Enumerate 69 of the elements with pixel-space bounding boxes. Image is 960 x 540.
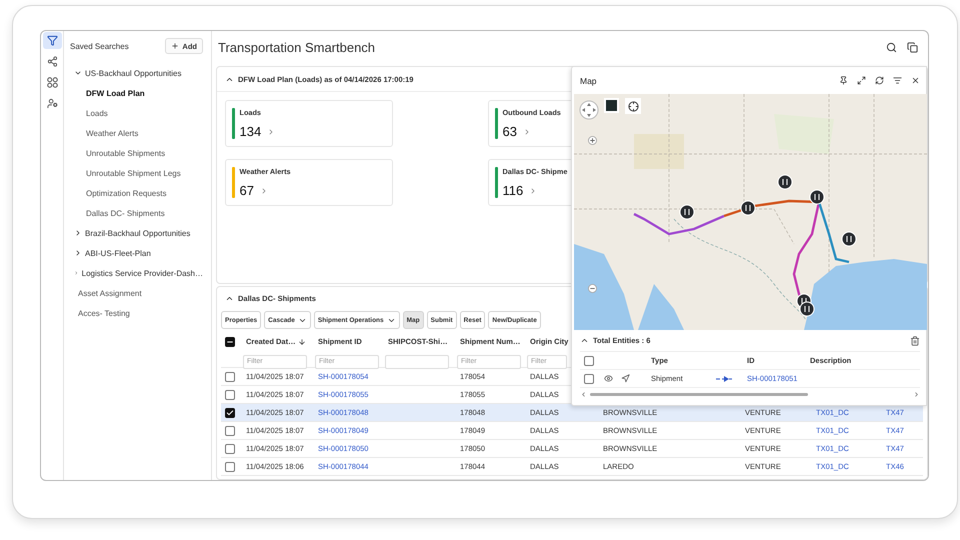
- select-all-checkbox[interactable]: [225, 336, 235, 346]
- select-all-checkbox[interactable]: [584, 356, 594, 366]
- trash-icon[interactable]: [910, 336, 920, 346]
- saved-search-item[interactable]: Unroutable Shipment Legs: [86, 168, 181, 178]
- chevron-down-icon[interactable]: [74, 69, 82, 77]
- scroll-left-icon[interactable]: [580, 390, 587, 398]
- land-area: [774, 114, 834, 154]
- land-area: [634, 134, 684, 169]
- map-layer-thumbnail[interactable]: [604, 98, 619, 113]
- close-icon[interactable]: [911, 76, 920, 85]
- map-marker[interactable]: [842, 232, 856, 246]
- folder-item[interactable]: Brazil-Backhaul Opportunities: [85, 228, 190, 238]
- card-value: 67: [240, 183, 254, 198]
- folder-item[interactable]: US-Backhaul Opportunities: [85, 68, 182, 78]
- locate-button[interactable]: [625, 98, 641, 114]
- map-marker[interactable]: [810, 190, 824, 204]
- saved-search-item[interactable]: Unroutable Shipments: [86, 148, 166, 158]
- checkbox[interactable]: [225, 408, 235, 418]
- apps-icon: [46, 77, 58, 88]
- dashed-arrow-icon: [716, 376, 732, 382]
- collapse-icon[interactable]: [580, 336, 589, 345]
- folder-item[interactable]: ABI-US-Fleet-Plan: [85, 248, 151, 258]
- map-marker[interactable]: [778, 174, 792, 190]
- navigation-icon[interactable]: [621, 374, 630, 383]
- checkbox[interactable]: [584, 374, 594, 384]
- map-marker[interactable]: [740, 200, 756, 216]
- chevron-right-icon[interactable]: [74, 249, 82, 257]
- card-value: 116: [502, 183, 524, 198]
- saved-search-item[interactable]: Optimization Requests: [86, 188, 166, 198]
- list-settings-icon[interactable]: [893, 76, 902, 85]
- saved-search-item[interactable]: Dallas DC- Shipments: [86, 208, 165, 218]
- page-title: Transportation Smartbench: [218, 40, 376, 55]
- share-icon: [46, 56, 58, 67]
- pan-control-icon[interactable]: [579, 100, 599, 120]
- map-title: Map: [580, 76, 597, 86]
- saved-search-item[interactable]: Weather Alerts: [86, 128, 138, 138]
- plus-icon: [171, 42, 180, 50]
- checkbox[interactable]: [225, 372, 235, 382]
- saved-search-item[interactable]: Acces- Testing: [78, 308, 130, 318]
- checkbox[interactable]: [225, 462, 235, 472]
- pin-icon[interactable]: [839, 76, 848, 85]
- water-area: [638, 284, 684, 330]
- check-icon: [226, 408, 234, 416]
- map-marker[interactable]: [680, 204, 694, 220]
- search-icon[interactable]: [886, 42, 897, 53]
- filter-icon: [46, 35, 58, 46]
- map-marker[interactable]: [800, 302, 814, 316]
- card-value: 63: [502, 124, 517, 139]
- user-settings-icon: [46, 98, 58, 109]
- sidebar-title: Saved Searches: [70, 42, 129, 50]
- card-value: 134: [240, 124, 262, 139]
- filter-field[interactable]: [385, 354, 449, 368]
- refresh-icon[interactable]: [875, 76, 884, 85]
- eye-icon[interactable]: [604, 374, 613, 383]
- saved-search-item[interactable]: Loads: [86, 108, 108, 118]
- checkbox[interactable]: [225, 426, 235, 436]
- folder-item[interactable]: Logistics Service Provider-Dash…: [82, 268, 203, 278]
- sort-arrow-icon: [298, 338, 306, 346]
- copy-icon[interactable]: [907, 42, 918, 53]
- checkbox[interactable]: [225, 444, 235, 454]
- expand-icon[interactable]: [857, 76, 866, 85]
- saved-search-item[interactable]: Asset Assignment: [78, 288, 142, 298]
- zoom-out-icon[interactable]: [588, 284, 597, 293]
- checkbox[interactable]: [225, 390, 235, 400]
- rail-button[interactable]: [42, 32, 62, 49]
- zoom-in-icon[interactable]: [588, 136, 597, 145]
- saved-search-item[interactable]: DFW Load Plan: [86, 88, 145, 98]
- scroll-right-icon[interactable]: [913, 390, 920, 398]
- chevron-right-icon[interactable]: [74, 229, 82, 237]
